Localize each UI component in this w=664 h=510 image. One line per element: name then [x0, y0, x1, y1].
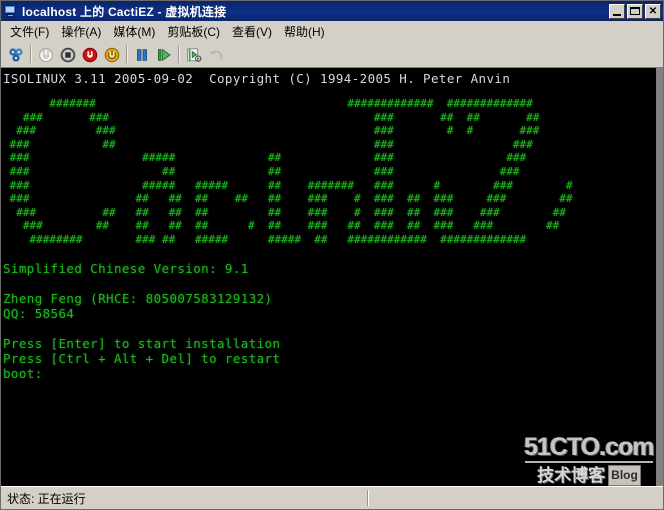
isolinux-header: ISOLINUX 3.11 2005-09-02 Copyright (C) 1… — [3, 71, 511, 86]
ctrl-alt-delete-icon[interactable] — [5, 44, 27, 66]
menu-file[interactable]: 文件(F) — [5, 21, 56, 42]
shut-down-icon[interactable] — [57, 44, 79, 66]
power-off-icon — [35, 44, 57, 66]
computer-monitor-icon — [4, 4, 18, 18]
close-button[interactable]: ✕ — [645, 3, 661, 19]
minimize-button[interactable] — [609, 3, 625, 19]
vm-screen-container[interactable]: ISOLINUX 3.11 2005-09-02 Copyright (C) 1… — [1, 68, 663, 486]
cactiez-ascii-logo: ####### ############# ############# ### … — [9, 97, 573, 246]
menu-action[interactable]: 操作(A) — [56, 21, 108, 42]
toolbar-separator-2 — [126, 46, 128, 63]
turn-off-icon[interactable] — [79, 44, 101, 66]
menu-clipboard[interactable]: 剪贴板(C) — [162, 21, 227, 42]
menu-media[interactable]: 媒体(M) — [108, 21, 162, 42]
statusbar: 状态: 正在运行 — [1, 486, 663, 509]
vm-screen[interactable]: ISOLINUX 3.11 2005-09-02 Copyright (C) 1… — [1, 68, 656, 486]
pause-icon[interactable] — [131, 44, 153, 66]
snapshot-icon[interactable] — [183, 44, 205, 66]
toolbar — [1, 42, 663, 68]
menubar: 文件(F) 操作(A) 媒体(M) 剪贴板(C) 查看(V) 帮助(H) — [1, 21, 663, 42]
resume-play-icon[interactable] — [153, 44, 175, 66]
toolbar-separator-3 — [178, 46, 180, 63]
menu-help[interactable]: 帮助(H) — [279, 21, 332, 42]
window-title: localhost 上的 CactiEZ - 虚拟机连接 — [22, 4, 227, 19]
start-power-icon[interactable] — [101, 44, 123, 66]
revert-undo-icon — [205, 44, 227, 66]
close-icon: ✕ — [648, 5, 658, 17]
menu-view[interactable]: 查看(V) — [227, 21, 279, 42]
statusbar-separator — [367, 490, 370, 506]
toolbar-separator-1 — [30, 46, 32, 63]
window-controls: ✕ — [609, 3, 661, 19]
status-text: 状态: 正在运行 — [7, 491, 86, 506]
titlebar: localhost 上的 CactiEZ - 虚拟机连接 ✕ — [1, 1, 663, 21]
boot-messages: Simplified Chinese Version: 9.1 Zheng Fe… — [3, 260, 281, 381]
vm-connection-window: localhost 上的 CactiEZ - 虚拟机连接 ✕ 文件(F) 操作(… — [0, 0, 664, 510]
maximize-button[interactable] — [627, 3, 643, 19]
